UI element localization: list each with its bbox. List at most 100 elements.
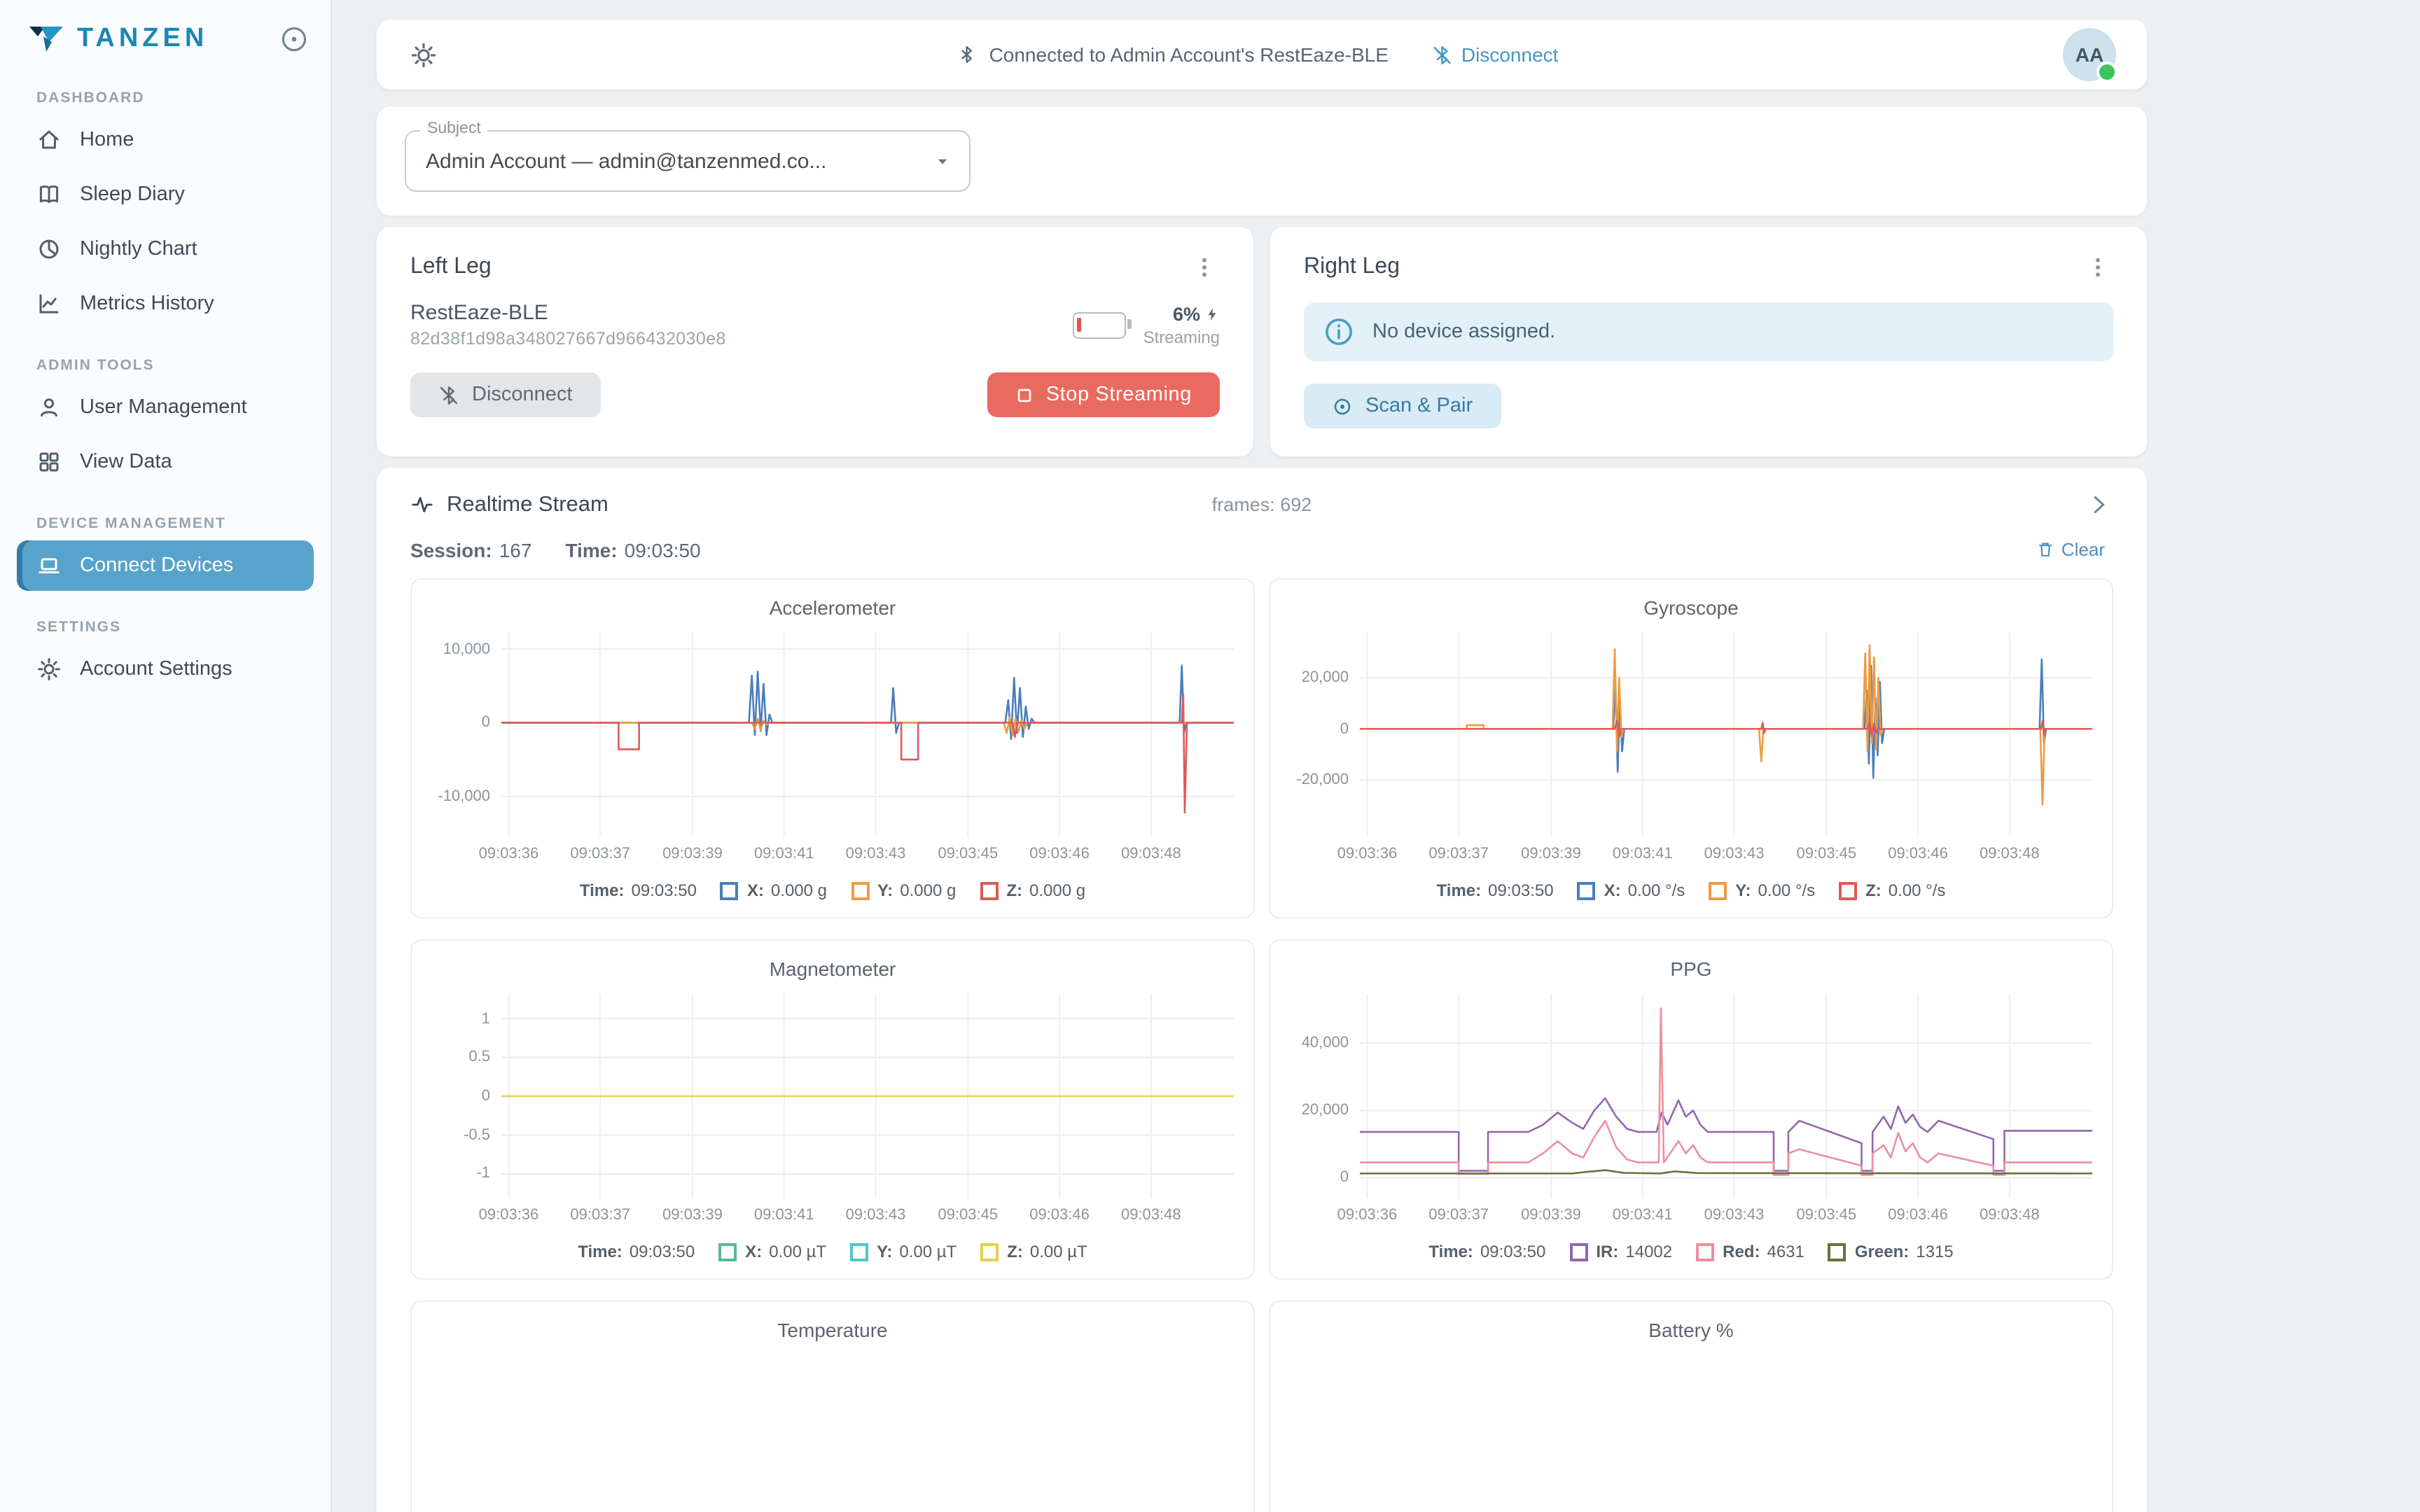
sidebar-item-sleep-diary[interactable]: Sleep Diary bbox=[17, 169, 314, 220]
legend-item[interactable]: Green:1315 bbox=[1828, 1242, 1954, 1261]
clear-button[interactable]: Clear bbox=[2028, 538, 2113, 561]
chart-title: Gyroscope bbox=[1290, 596, 2092, 619]
time-info: Time:09:03:50 bbox=[565, 538, 700, 561]
battery-chart: Battery % bbox=[1269, 1301, 2113, 1512]
sidebar-item-user-management[interactable]: User Management bbox=[17, 382, 314, 433]
y-tick-label: -20,000 bbox=[1290, 771, 1349, 788]
ppg-chart: PPG 40,00020,0000 09:03:3609:03:3709:03:… bbox=[1269, 939, 2113, 1280]
legend-item[interactable]: Z:0.000 g bbox=[980, 881, 1085, 900]
section-admin-tools: ADMIN TOOLS bbox=[36, 357, 294, 374]
legend-swatch bbox=[850, 1242, 868, 1261]
left-leg-card: Left Leg RestEaze-BLE 82d38f1d98a3480276… bbox=[377, 227, 1253, 456]
subject-select[interactable]: Subject Admin Account — admin@tanzenmed.… bbox=[405, 130, 971, 192]
legend-item[interactable]: X:0.000 g bbox=[721, 881, 827, 900]
y-tick-label: 0 bbox=[1290, 1170, 1349, 1186]
x-tick-label: 09:03:43 bbox=[1704, 1207, 1765, 1224]
collapse-sidebar-button[interactable] bbox=[277, 22, 311, 56]
theme-toggle-button[interactable] bbox=[408, 38, 440, 71]
sidebar-item-label: View Data bbox=[80, 451, 172, 473]
right-leg-title: Right Leg bbox=[1304, 255, 1400, 280]
connection-status-text: Connected to Admin Account's RestEaze-BL… bbox=[989, 43, 1389, 66]
legend-item[interactable]: X:0.00 µT bbox=[718, 1242, 826, 1261]
y-tick-label: -0.5 bbox=[431, 1126, 490, 1143]
scan-pair-button[interactable]: Scan & Pair bbox=[1304, 384, 1501, 428]
user-icon bbox=[36, 395, 62, 420]
sidebar-item-home[interactable]: Home bbox=[17, 115, 314, 165]
x-tick-label: 09:03:41 bbox=[1613, 846, 1673, 862]
legend-item: Time:09:03:50 bbox=[580, 881, 697, 900]
x-tick-label: 09:03:45 bbox=[938, 846, 998, 862]
legend-item: Time:09:03:50 bbox=[578, 1242, 695, 1261]
x-axis: 09:03:3609:03:3709:03:3909:03:4109:03:43… bbox=[1360, 846, 2092, 867]
x-tick-label: 09:03:39 bbox=[662, 1207, 723, 1224]
x-tick-label: 09:03:39 bbox=[1521, 846, 1581, 862]
legend-item[interactable]: Y:0.000 g bbox=[851, 881, 956, 900]
left-leg-title: Left Leg bbox=[410, 255, 492, 280]
chart-legend: Time:09:03:50X:0.00 °/sY:0.00 °/sZ:0.00 … bbox=[1290, 881, 2092, 900]
x-tick-label: 09:03:43 bbox=[846, 846, 906, 862]
y-tick-label: 0.5 bbox=[431, 1049, 490, 1066]
chart-plot bbox=[501, 633, 1234, 837]
kebab-menu-icon bbox=[2085, 255, 2110, 280]
legend-item[interactable]: IR:14002 bbox=[1569, 1242, 1672, 1261]
session-value: 167 bbox=[499, 538, 532, 561]
legend-item[interactable]: Red:4631 bbox=[1696, 1242, 1804, 1261]
legend-item[interactable]: Z:0.00 µT bbox=[980, 1242, 1087, 1261]
sidebar-item-connect-devices[interactable]: Connect Devices bbox=[17, 540, 314, 591]
topbar-disconnect-button[interactable]: Disconnect bbox=[1424, 42, 1567, 67]
device-info: RestEaze-BLE 82d38f1d98a348027667d966432… bbox=[410, 301, 726, 349]
kebab-menu-icon bbox=[1192, 255, 1217, 280]
laptop-icon bbox=[36, 553, 62, 578]
chart-title: Accelerometer bbox=[431, 596, 1234, 619]
stop-streaming-button[interactable]: Stop Streaming bbox=[987, 372, 1220, 417]
battery-icon bbox=[1073, 312, 1127, 338]
x-tick-label: 09:03:43 bbox=[1704, 846, 1765, 862]
x-tick-label: 09:03:48 bbox=[1121, 1207, 1181, 1224]
x-tick-label: 09:03:37 bbox=[570, 846, 630, 862]
sidebar-item-metrics-history[interactable]: Metrics History bbox=[17, 279, 314, 329]
trash-icon bbox=[2036, 540, 2054, 559]
no-device-alert: No device assigned. bbox=[1304, 302, 2113, 361]
disconnect-button-label: Disconnect bbox=[472, 384, 572, 406]
temperature-chart: Temperature bbox=[410, 1301, 1255, 1512]
chevron-right-icon bbox=[2087, 493, 2110, 517]
battery-fill bbox=[1078, 318, 1082, 332]
legend-item[interactable]: Z:0.00 °/s bbox=[1839, 881, 1945, 900]
y-axis: 40,00020,0000 bbox=[1290, 994, 1360, 1198]
x-tick-label: 09:03:43 bbox=[846, 1207, 906, 1224]
x-tick-label: 09:03:46 bbox=[1888, 846, 1948, 862]
legend-swatch bbox=[851, 881, 869, 899]
avatar[interactable]: AA bbox=[2063, 28, 2116, 81]
bluetooth-off-icon bbox=[1432, 44, 1453, 65]
legend-item[interactable]: Y:0.00 µT bbox=[850, 1242, 957, 1261]
y-tick-label: 0 bbox=[431, 714, 490, 731]
device-disconnect-button[interactable]: Disconnect bbox=[410, 372, 600, 417]
y-tick-label: 10,000 bbox=[431, 640, 490, 657]
right-leg-menu-button[interactable] bbox=[2082, 252, 2113, 283]
x-tick-label: 09:03:39 bbox=[1521, 1207, 1581, 1224]
grid-icon bbox=[36, 449, 62, 475]
sidebar-item-label: User Management bbox=[80, 396, 247, 419]
sidebar-item-account-settings[interactable]: Account Settings bbox=[17, 644, 314, 694]
chart-plot bbox=[501, 994, 1234, 1198]
y-tick-label: -1 bbox=[431, 1166, 490, 1182]
legend-swatch bbox=[1696, 1242, 1714, 1261]
chart-title: Temperature bbox=[431, 1319, 1234, 1341]
expand-stream-button[interactable] bbox=[2084, 490, 2113, 519]
chart-plot bbox=[1360, 994, 2092, 1198]
x-tick-label: 09:03:45 bbox=[1796, 846, 1856, 862]
top-bar: Connected to Admin Account's RestEaze-BL… bbox=[377, 20, 2147, 90]
sidebar-item-nightly-chart[interactable]: Nightly Chart bbox=[17, 224, 314, 274]
sun-icon bbox=[410, 41, 437, 68]
legend-item[interactable]: X:0.00 °/s bbox=[1578, 881, 1685, 900]
sidebar-item-view-data[interactable]: View Data bbox=[17, 437, 314, 487]
session-info: Session:167 bbox=[410, 538, 531, 561]
section-device-management: DEVICE MANAGEMENT bbox=[36, 515, 294, 532]
logo-row: TANZEN bbox=[0, 0, 331, 70]
x-tick-label: 09:03:48 bbox=[1980, 846, 2040, 862]
y-axis bbox=[431, 1355, 501, 1512]
legend-item[interactable]: Y:0.00 °/s bbox=[1709, 881, 1815, 900]
y-axis bbox=[1290, 1355, 1360, 1512]
home-icon bbox=[36, 127, 62, 153]
left-leg-menu-button[interactable] bbox=[1189, 252, 1220, 283]
